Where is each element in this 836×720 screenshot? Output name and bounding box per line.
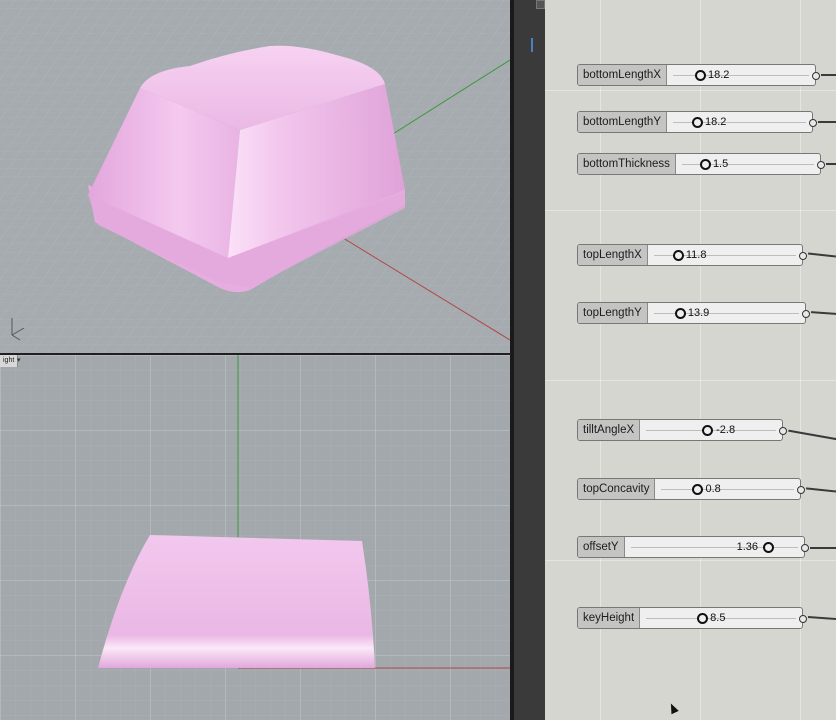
slider-value: 13.9: [687, 307, 710, 319]
slider-track[interactable]: 13.9: [648, 303, 805, 323]
output-port[interactable]: [779, 427, 787, 435]
output-port[interactable]: [801, 544, 809, 552]
slider-value: -2.8: [716, 424, 736, 436]
connection-wire: [810, 311, 836, 315]
slider-knob[interactable]: [699, 159, 711, 170]
slider-value: 18.2: [708, 69, 730, 81]
slider-top-length-x[interactable]: topLengthX 11.8: [577, 244, 807, 266]
output-port[interactable]: [802, 310, 810, 318]
slider-knob[interactable]: [697, 613, 709, 624]
keycap-side-profile: [98, 535, 375, 668]
slider-track[interactable]: 1.36: [625, 537, 804, 557]
slider-label: bottomThickness: [578, 154, 676, 174]
slider-label: topLengthY: [578, 303, 648, 323]
viewport-title-right[interactable]: ight: [0, 355, 19, 367]
slider-knob[interactable]: [692, 117, 704, 128]
scroll-indicator[interactable]: [531, 38, 533, 52]
slider-label: tilltAngleX: [578, 420, 641, 440]
connection-wire: [818, 121, 836, 123]
right-scene: [0, 355, 510, 720]
slider-track[interactable]: 11.8: [648, 245, 802, 265]
slider-bottom-length-x[interactable]: bottomLengthX 18.2: [577, 64, 820, 86]
slider-value: 0.8: [705, 483, 721, 495]
connection-wire: [826, 163, 836, 165]
slider-track[interactable]: 18.2: [667, 112, 812, 132]
output-port[interactable]: [799, 252, 807, 260]
slider-offset-y[interactable]: offsetY 1.36: [577, 536, 809, 558]
output-port[interactable]: [812, 72, 820, 80]
grasshopper-canvas[interactable]: bottomLengthX 18.2 bottomLengthY 18.2 bo…: [545, 0, 836, 720]
slider-top-concavity[interactable]: topConcavity 0.8: [577, 478, 805, 500]
output-port[interactable]: [809, 119, 817, 127]
slider-track[interactable]: -2.8: [640, 420, 782, 440]
output-port[interactable]: [797, 486, 805, 494]
connection-wire: [807, 616, 836, 620]
perspective-viewport[interactable]: [0, 0, 510, 355]
grasshopper-side-strip: [514, 0, 545, 720]
slider-label: topConcavity: [578, 479, 656, 499]
right-viewport[interactable]: ight ▾: [0, 355, 510, 720]
slider-knob[interactable]: [695, 70, 707, 81]
slider-label: bottomLengthX: [578, 65, 668, 85]
connection-wire: [821, 74, 836, 76]
slider-value: 1.5: [712, 158, 729, 170]
slider-knob[interactable]: [762, 542, 774, 553]
slider-value: 1.36: [736, 541, 759, 553]
toolbar-toggle-icon[interactable]: [536, 0, 545, 9]
slider-knob[interactable]: [702, 425, 714, 436]
slider-bottom-thickness[interactable]: bottomThickness 1.5: [577, 153, 825, 175]
slider-value: 8.5: [710, 612, 726, 624]
perspective-scene: [0, 0, 510, 355]
slider-key-height[interactable]: keyHeight 8.5: [577, 607, 807, 629]
viewport-menu-arrow-icon[interactable]: ▾: [17, 357, 25, 365]
output-port[interactable]: [817, 161, 825, 169]
slider-label: offsetY: [578, 537, 625, 557]
slider-knob[interactable]: [672, 250, 684, 261]
connection-wire: [807, 252, 836, 258]
connection-wire: [788, 429, 836, 441]
slider-label: keyHeight: [578, 608, 641, 628]
slider-track[interactable]: 0.8: [655, 479, 800, 499]
slider-label: bottomLengthY: [578, 112, 668, 132]
output-port[interactable]: [799, 615, 807, 623]
slider-top-length-y[interactable]: topLengthY 13.9: [577, 302, 810, 324]
slider-knob[interactable]: [692, 484, 704, 495]
slider-track[interactable]: 1.5: [676, 154, 820, 174]
slider-track[interactable]: 8.5: [640, 608, 802, 628]
slider-value: 18.2: [705, 116, 727, 128]
slider-tilt-angle-x[interactable]: tilltAngleX -2.8: [577, 419, 787, 441]
slider-track[interactable]: 18.2: [667, 65, 815, 85]
slider-label: topLengthX: [578, 245, 648, 265]
slider-bottom-length-y[interactable]: bottomLengthY 18.2: [577, 111, 817, 133]
slider-value: 11.8: [685, 249, 707, 261]
slider-knob[interactable]: [674, 308, 686, 319]
connection-wire: [810, 547, 836, 549]
connection-wire: [805, 487, 836, 493]
